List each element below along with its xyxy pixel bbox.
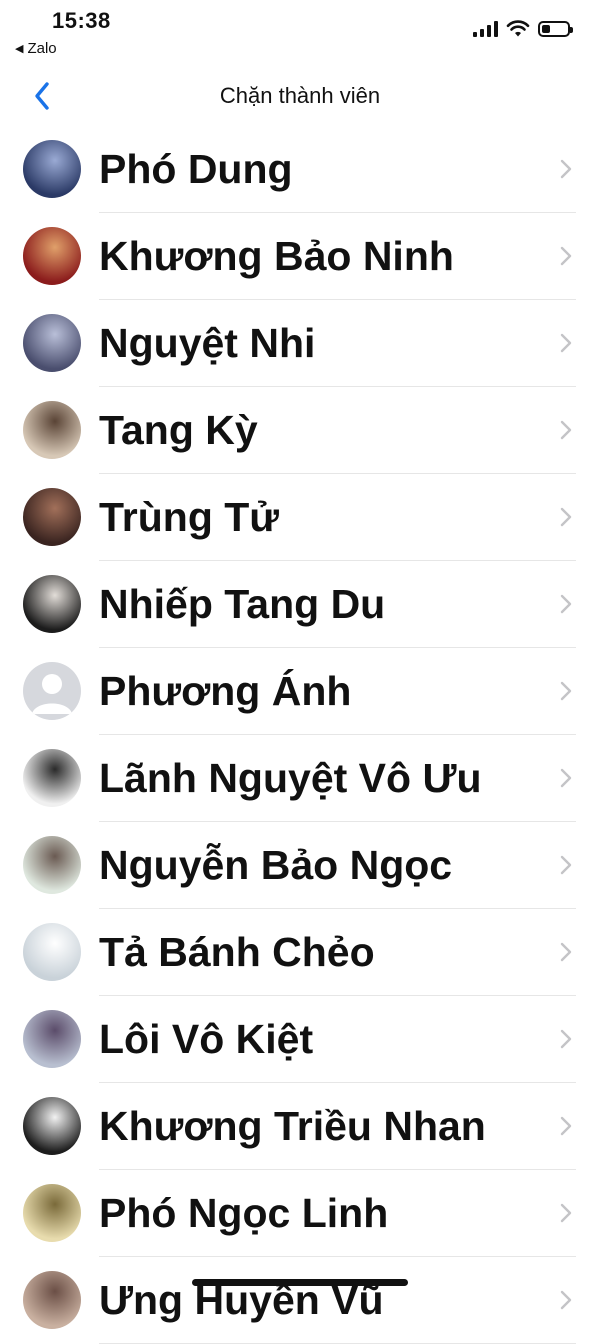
avatar: [23, 401, 81, 459]
member-name: Nguyệt Nhi: [99, 320, 316, 366]
chevron-right-icon: [558, 1114, 574, 1138]
member-row[interactable]: Tang Kỳ: [0, 387, 600, 474]
chevron-right-icon: [558, 1201, 574, 1225]
member-row[interactable]: Nhiếp Tang Du: [0, 561, 600, 648]
member-name: Phó Dung: [99, 146, 293, 192]
back-app-label: Zalo: [27, 40, 57, 57]
chevron-right-icon: [558, 505, 574, 529]
avatar: [23, 227, 81, 285]
system-icons: [473, 20, 573, 38]
avatar: [23, 1010, 81, 1068]
back-triangle-icon: ◀: [15, 43, 24, 55]
avatar: [23, 836, 81, 894]
member-name: Trùng Tử: [99, 494, 279, 540]
avatar: [23, 140, 81, 198]
chevron-right-icon: [558, 418, 574, 442]
chevron-right-icon: [558, 592, 574, 616]
member-row[interactable]: Phó Ngọc Linh: [0, 1170, 600, 1257]
chevron-right-icon: [558, 244, 574, 268]
chevron-right-icon: [558, 679, 574, 703]
avatar: [23, 1184, 81, 1242]
member-name: Tang Kỳ: [99, 407, 258, 453]
blocked-members-list: Phó Dung Khương Bảo Ninh Nguyệt Nhi Tang Kỳ…: [0, 126, 600, 1344]
member-row[interactable]: Tả Bánh Chẻo: [0, 909, 600, 996]
avatar: [23, 488, 81, 546]
chevron-right-icon: [558, 331, 574, 355]
chevron-right-icon: [558, 766, 574, 790]
status-time: 15:38: [52, 8, 111, 33]
member-row[interactable]: Khương Triều Nhan: [0, 1083, 600, 1170]
member-row[interactable]: Phương Ánh: [0, 648, 600, 735]
avatar: [23, 923, 81, 981]
member-name: Phương Ánh: [99, 668, 352, 714]
member-row[interactable]: Ưng Huyền Vũ: [0, 1257, 600, 1344]
member-name: Phó Ngọc Linh: [99, 1190, 389, 1236]
avatar: [23, 749, 81, 807]
chevron-right-icon: [558, 853, 574, 877]
member-name: Khương Triều Nhan: [99, 1103, 486, 1149]
chevron-right-icon: [558, 1288, 574, 1312]
page-title: Chặn thành viên: [219, 83, 381, 108]
member-name: Tả Bánh Chẻo: [99, 929, 375, 975]
avatar: [23, 575, 81, 633]
member-row[interactable]: Lôi Vô Kiệt: [0, 996, 600, 1083]
member-name: Nhiếp Tang Du: [99, 581, 386, 627]
member-name: Lôi Vô Kiệt: [99, 1016, 314, 1062]
member-name: Nguyễn Bảo Ngọc: [99, 842, 453, 888]
cellular-signal-icon: [473, 21, 498, 37]
avatar: [23, 1097, 81, 1155]
member-name: Ưng Huyền Vũ: [99, 1277, 384, 1323]
default-avatar-icon: [23, 662, 81, 720]
avatar: [23, 314, 81, 372]
navigation-bar: Chặn thành viên: [0, 62, 600, 132]
member-row[interactable]: Trùng Tử: [0, 474, 600, 561]
member-name: Lãnh Nguyệt Vô Ưu: [99, 755, 482, 801]
battery-icon: [538, 21, 573, 37]
status-bar: 15:38 ◀ Zalo: [0, 0, 600, 62]
avatar: [23, 1271, 81, 1329]
member-name: Khương Bảo Ninh: [99, 233, 454, 279]
member-row[interactable]: Phó Dung: [0, 126, 600, 213]
member-row[interactable]: Nguyễn Bảo Ngọc: [0, 822, 600, 909]
member-row[interactable]: Nguyệt Nhi: [0, 300, 600, 387]
member-row[interactable]: Khương Bảo Ninh: [0, 213, 600, 300]
member-row[interactable]: Lãnh Nguyệt Vô Ưu: [0, 735, 600, 822]
chevron-right-icon: [558, 1027, 574, 1051]
chevron-right-icon: [558, 157, 574, 181]
back-to-app-link[interactable]: ◀ Zalo: [15, 40, 57, 57]
home-indicator: [192, 1279, 408, 1286]
chevron-right-icon: [558, 940, 574, 964]
wifi-icon: [506, 20, 530, 37]
